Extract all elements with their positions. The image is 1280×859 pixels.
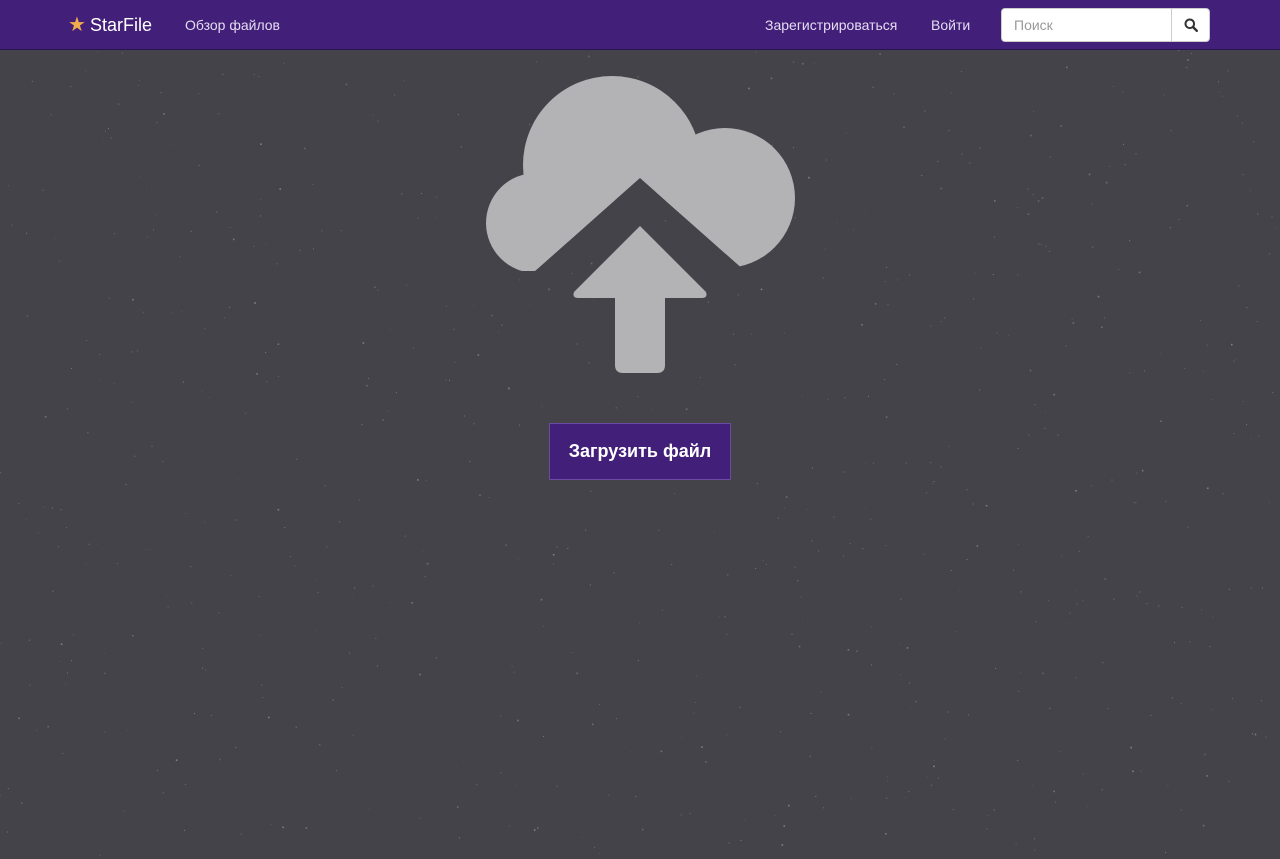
nav-link-register[interactable]: Зарегистрироваться: [765, 16, 897, 34]
top-navbar: ★ StarFile Обзор файлов Зарегистрировать…: [0, 0, 1280, 50]
upload-file-button[interactable]: Загрузить файл: [549, 423, 731, 480]
nav-link-browse-files[interactable]: Обзор файлов: [185, 16, 280, 34]
search-input[interactable]: [1001, 8, 1171, 42]
nav-link-login[interactable]: Войти: [931, 16, 970, 34]
star-icon: ★: [68, 14, 86, 36]
search-form: [1001, 8, 1210, 42]
cloud-upload-icon: [486, 76, 795, 373]
brand-link[interactable]: ★ StarFile: [68, 13, 152, 37]
search-button[interactable]: [1171, 8, 1210, 42]
search-icon: [1184, 18, 1198, 32]
brand-name: StarFile: [89, 14, 152, 35]
